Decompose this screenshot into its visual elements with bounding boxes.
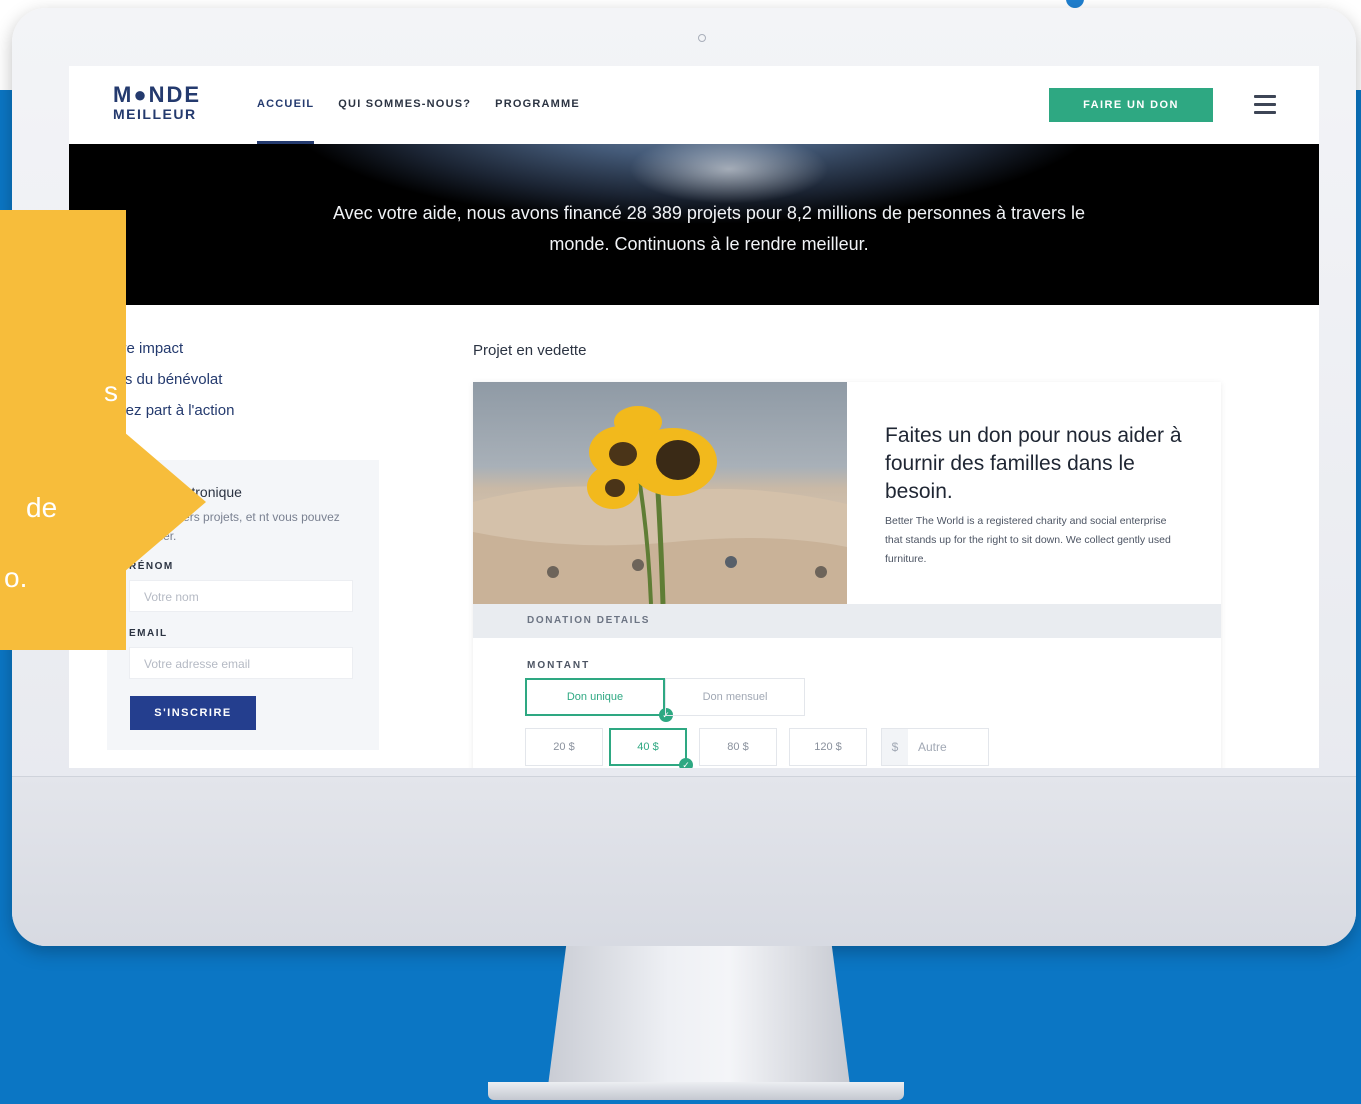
- name-input[interactable]: Votre nom: [129, 580, 353, 612]
- amount-120-button[interactable]: 120 $: [789, 728, 867, 766]
- top-dot-decoration: [1066, 0, 1084, 8]
- sidebar-link-action[interactable]: enez part à l'action: [109, 402, 234, 419]
- featured-project-label: Projet en vedette: [473, 342, 587, 359]
- callout-text-fragment-2: de: [26, 492, 58, 523]
- website-screen: M●NDE MEILLEUR ACCUEIL QUI SOMMES-NOUS? …: [69, 66, 1319, 768]
- callout-text-fragment-3: o.: [4, 562, 28, 593]
- amount-label: MONTANT: [527, 660, 591, 671]
- featured-title: Faites un don pour nous aider à fournir …: [885, 424, 1182, 503]
- nav-link-qui-sommes-nous[interactable]: QUI SOMMES-NOUS?: [338, 98, 471, 144]
- top-navigation: M●NDE MEILLEUR ACCUEIL QUI SOMMES-NOUS? …: [69, 66, 1319, 144]
- featured-description: Better The World is a registered charity…: [885, 515, 1171, 565]
- email-input[interactable]: Votre adresse email: [129, 647, 353, 679]
- other-amount-placeholder: Autre: [918, 740, 947, 754]
- monitor-stand-base: [488, 1082, 904, 1100]
- featured-project-card: Faites un don pour nous aider à fournir …: [473, 382, 1221, 768]
- camera-icon: [698, 34, 706, 42]
- monitor-chin: [12, 776, 1356, 946]
- hero-banner: Avec votre aide, nous avons financé 28 3…: [69, 144, 1319, 305]
- nav-links: ACCUEIL QUI SOMMES-NOUS? PROGRAMME: [257, 98, 604, 144]
- callout-text-fragment-1: s: [104, 376, 118, 407]
- sidebar-links: otre impact ites du bénévolat enez part …: [109, 340, 234, 433]
- sidebar-link-impact[interactable]: otre impact: [109, 340, 234, 357]
- amount-80-button[interactable]: 80 $: [699, 728, 777, 766]
- monthly-donation-button[interactable]: Don mensuel: [665, 678, 805, 716]
- email-field-label: EMAIL: [129, 628, 168, 639]
- other-amount-input[interactable]: $ Autre: [881, 728, 989, 766]
- logo-word-monde: M●NDE: [113, 82, 202, 107]
- name-field-label: RÉNOM: [129, 561, 174, 572]
- nav-link-accueil[interactable]: ACCUEIL: [257, 98, 315, 144]
- logo-word-meilleur: MEILLEUR: [113, 106, 197, 122]
- one-time-donation-button[interactable]: Don unique: [525, 678, 665, 716]
- site-logo[interactable]: M●NDE MEILLEUR: [113, 82, 202, 122]
- sunflower-photo: [473, 382, 847, 604]
- amount-20-button[interactable]: 20 $: [525, 728, 603, 766]
- amount-40-button[interactable]: 40 $: [609, 728, 687, 766]
- hamburger-menu-icon[interactable]: [1254, 95, 1276, 114]
- donate-button[interactable]: FAIRE UN DON: [1049, 88, 1213, 122]
- earth-cloud-decoration: [629, 144, 829, 204]
- nav-link-programme[interactable]: PROGRAMME: [495, 98, 580, 144]
- sidebar-link-volunteer[interactable]: ites du bénévolat: [109, 371, 234, 388]
- donation-details-header: DONATION DETAILS: [473, 604, 1221, 638]
- check-icon: ✓: [679, 758, 693, 768]
- monitor-stand: [548, 946, 850, 1086]
- currency-symbol: $: [882, 729, 908, 765]
- hero-text: Avec votre aide, nous avons financé 28 3…: [332, 203, 1086, 254]
- callout-box: s de o.: [0, 210, 126, 650]
- subscribe-button[interactable]: S'INSCRIRE: [130, 696, 256, 730]
